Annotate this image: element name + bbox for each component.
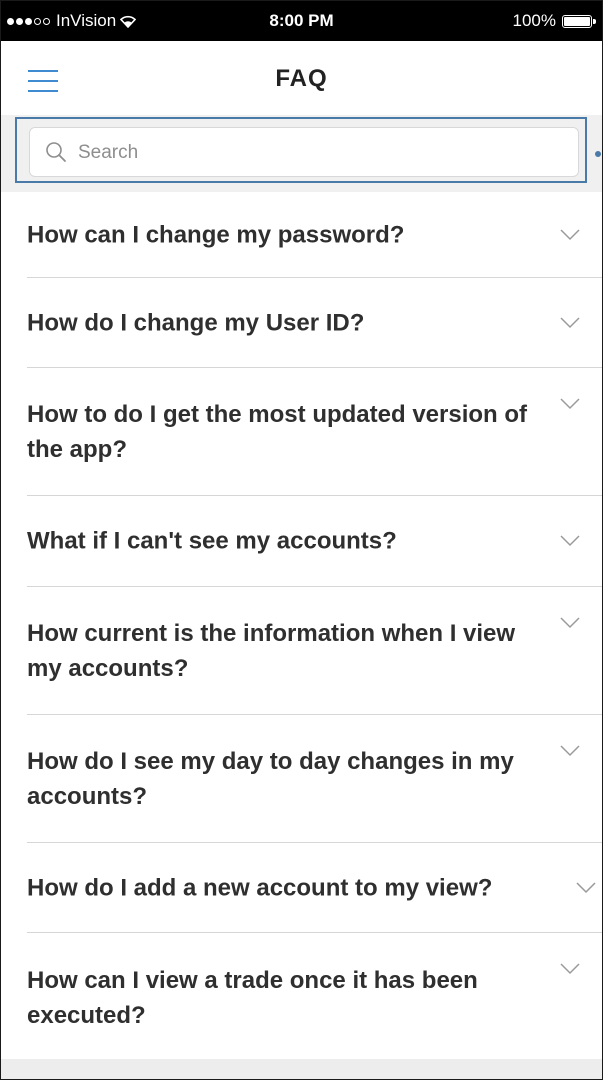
chevron-down-icon[interactable] — [560, 398, 580, 410]
faq-question: What if I can't see my accounts? — [27, 527, 397, 555]
faq-item[interactable]: How can I view a trade once it has been … — [27, 933, 602, 1063]
search-icon — [46, 142, 66, 162]
search-area — [1, 115, 602, 192]
battery-icon — [562, 14, 596, 28]
faq-item[interactable]: How can I change my password? — [27, 192, 602, 278]
chevron-down-icon[interactable] — [560, 963, 580, 975]
faq-item[interactable]: How do I add a new account to my view? — [27, 843, 602, 933]
chevron-down-icon[interactable] — [560, 535, 580, 547]
faq-item[interactable]: How do I see my day to day changes in my… — [27, 715, 602, 843]
page-title: FAQ — [275, 65, 328, 92]
navigation-bar: FAQ — [1, 41, 602, 115]
bottom-bar — [1, 1059, 602, 1079]
app-frame: InVision 8:00 PM 100% FAQ Search How can… — [0, 0, 603, 1080]
chevron-down-icon[interactable] — [560, 745, 580, 757]
faq-question: How do I change my User ID? — [27, 309, 365, 336]
edge-marker — [595, 151, 601, 157]
faq-question: How do I see my day to day changes in my… — [27, 747, 514, 810]
faq-question: How do I add a new account to my view? — [27, 874, 493, 901]
faq-question: How can I view a trade once it has been … — [27, 966, 478, 1029]
chevron-down-icon[interactable] — [560, 617, 580, 629]
faq-item[interactable]: How to do I get the most updated version… — [27, 368, 602, 496]
chevron-down-icon[interactable] — [576, 881, 596, 894]
search-input[interactable] — [76, 135, 570, 171]
faq-list: How can I change my password? How do I c… — [1, 192, 602, 1063]
chevron-down-icon[interactable] — [560, 228, 580, 241]
faq-item[interactable]: What if I can't see my accounts? — [27, 496, 602, 587]
faq-question: How can I change my password? — [27, 221, 405, 248]
faq-item[interactable]: How do I change my User ID? — [27, 278, 602, 368]
search-box[interactable] — [29, 127, 579, 177]
faq-question: How to do I get the most updated version… — [27, 400, 528, 463]
battery-percent: 100% — [512, 11, 556, 30]
faq-item[interactable]: How current is the information when I vi… — [27, 587, 602, 715]
status-right: 100% — [512, 11, 596, 31]
chevron-down-icon[interactable] — [560, 316, 580, 329]
status-bar: InVision 8:00 PM 100% — [1, 1, 602, 41]
faq-question: How current is the information when I vi… — [27, 619, 516, 682]
